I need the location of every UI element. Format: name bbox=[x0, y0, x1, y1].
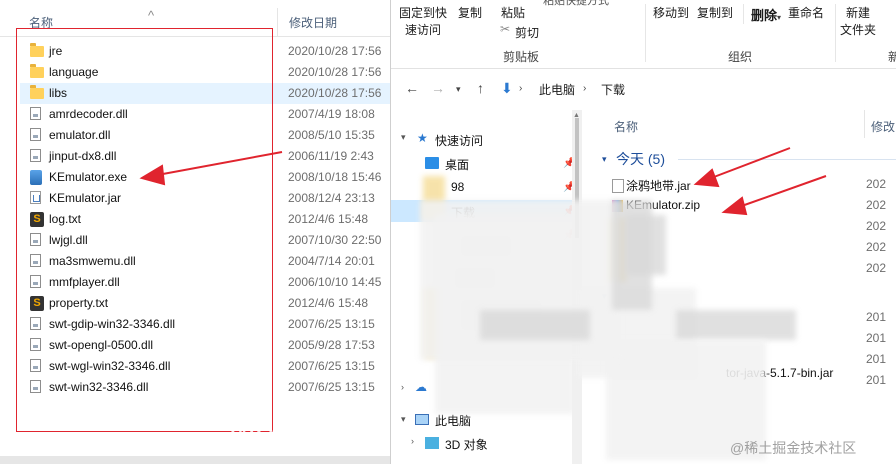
arrowhead bbox=[721, 196, 748, 216]
arrowhead bbox=[139, 164, 166, 186]
watermark-site: @稀土掘金技术社区 bbox=[730, 440, 857, 456]
arrowhead bbox=[693, 168, 720, 188]
arrow-to-zip bbox=[735, 175, 827, 209]
watermark-text: weixin bbox=[230, 414, 331, 452]
arrow-to-jar bbox=[705, 147, 791, 181]
arrow-to-kemulator-exe bbox=[151, 151, 283, 177]
annotation-arrows bbox=[139, 147, 827, 216]
